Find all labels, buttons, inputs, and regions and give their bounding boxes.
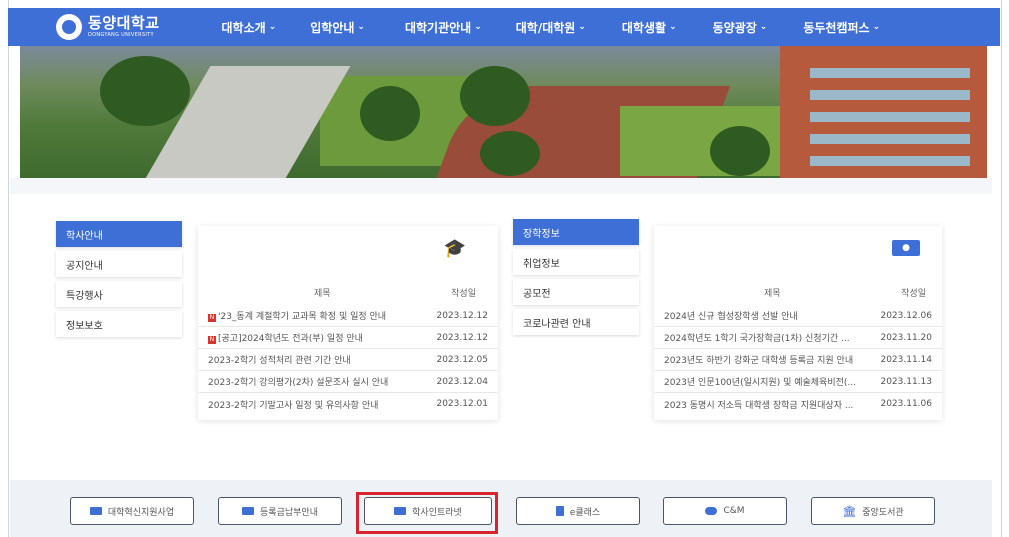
chevron-down-icon: ⌄ bbox=[669, 22, 677, 32]
board-header: 제목 작성일 bbox=[764, 289, 926, 299]
table-row[interactable]: 2023-2학기 성적처리 관련 기간 안내 2023.12.05 bbox=[198, 349, 498, 371]
chevron-down-icon: ⌄ bbox=[759, 22, 768, 32]
board-header: 제목 작성일 bbox=[314, 289, 476, 299]
quick-link-innovation[interactable]: 대학혁신지원사업 bbox=[70, 497, 194, 525]
nav-about[interactable]: 대학소개 ⌄ bbox=[222, 19, 277, 36]
table-row[interactable]: 2023 동명시 저소득 대학생 장학금 지원대상자 ... 2023.11.06 bbox=[654, 393, 942, 415]
academic-board: 🎓 제목 작성일 N '23_동계 계절학기 교과목 확정 및 일정 안내 2023… bbox=[198, 226, 498, 420]
quick-link-eclass[interactable]: e클래스 bbox=[516, 497, 640, 525]
scholarship-tabs: 장학정보 취업정보 공모전 코로나관련 안내 bbox=[513, 219, 639, 339]
logo-emblem-icon bbox=[56, 14, 82, 40]
table-row[interactable]: 2024년 신규 협성장학생 선발 안내 2023.12.06 bbox=[654, 305, 942, 327]
campus-hero-image bbox=[20, 46, 987, 178]
table-row[interactable]: 2023년도 하반기 강화군 대학생 등록금 지원 안내 2023.11.14 bbox=[654, 349, 942, 371]
nav-institutions[interactable]: 대학기관안내 ⌄ bbox=[405, 19, 482, 36]
quick-link-tuition[interactable]: 등록금납부안내 bbox=[218, 497, 342, 525]
handshake-icon bbox=[705, 507, 718, 515]
tab-covid[interactable]: 코로나관련 안내 bbox=[513, 309, 639, 335]
library-icon: 🏛 bbox=[842, 504, 857, 518]
logo-korean-name: 동양대학교 bbox=[88, 14, 160, 32]
top-nav-bar: 동양대학교 DONGYANG UNIVERSITY 대학소개 ⌄ 입학안내 ⌄ 대학… bbox=[8, 8, 1000, 46]
table-row[interactable]: 2023-2학기 강의평가(2차) 설문조사 실시 안내 2023.12.04 bbox=[198, 371, 498, 393]
table-row[interactable]: N [공고]2024학년도 전과(부) 일정 안내 2023.12.12 bbox=[198, 327, 498, 349]
nav-colleges[interactable]: 대학/대학원 ⌄ bbox=[516, 19, 586, 36]
tab-lectures-events[interactable]: 특강행사 bbox=[56, 281, 182, 307]
logo-english-name: DONGYANG UNIVERSITY bbox=[88, 32, 154, 38]
tab-scholarship[interactable]: 장학정보 bbox=[513, 219, 639, 245]
table-row[interactable]: 2024학년도 1학기 국가장학금(1차) 신청기간 ... 2023.11.20 bbox=[654, 327, 942, 349]
card-icon bbox=[242, 507, 255, 515]
academic-tabs: 학사안내 공지안내 특강행사 정보보호 bbox=[56, 221, 182, 341]
nav-dongducheon-campus[interactable]: 동두천캠퍼스 ⌄ bbox=[803, 19, 880, 36]
tab-security[interactable]: 정보보호 bbox=[56, 311, 182, 337]
quick-link-library[interactable]: 🏛 중앙도서관 bbox=[811, 497, 935, 525]
table-row[interactable]: 2023-2학기 기말고사 일정 및 유의사항 안내 2023.12.01 bbox=[198, 393, 498, 415]
nav-admission[interactable]: 입학안내 ⌄ bbox=[310, 19, 365, 36]
chevron-down-icon: ⌄ bbox=[357, 22, 365, 32]
nav-campus-life[interactable]: 대학생활 ⌄ bbox=[622, 19, 677, 36]
money-icon: ● bbox=[892, 240, 920, 256]
chevron-down-icon: ⌄ bbox=[578, 22, 586, 32]
chevron-down-icon: ⌄ bbox=[268, 22, 277, 32]
tab-notices[interactable]: 공지안내 bbox=[56, 251, 182, 277]
document-icon bbox=[555, 506, 564, 516]
university-logo[interactable]: 동양대학교 DONGYANG UNIVERSITY bbox=[56, 14, 160, 40]
scholarship-board: ● 제목 작성일 2024년 신규 협성장학생 선발 안내 2023.12.06 … bbox=[654, 226, 942, 420]
graduation-cap-icon: 🎓 bbox=[443, 238, 466, 259]
new-badge: N bbox=[208, 314, 216, 322]
tab-employment[interactable]: 취업정보 bbox=[513, 249, 639, 275]
highlight-box bbox=[356, 492, 498, 534]
new-badge: N bbox=[208, 336, 216, 344]
quick-link-cm[interactable]: C&M bbox=[663, 497, 787, 525]
hero-bottom-band bbox=[10, 178, 992, 194]
card-icon bbox=[89, 507, 102, 515]
table-row[interactable]: N '23_동계 계절학기 교과목 확정 및 일정 안내 2023.12.12 bbox=[198, 305, 498, 327]
table-row[interactable]: 2023년 인문100년(일시지원) 및 예술체육비전(... 2023.11.1… bbox=[654, 371, 942, 393]
nav-plaza[interactable]: 동양광장 ⌄ bbox=[713, 19, 768, 36]
tab-contest[interactable]: 공모전 bbox=[513, 279, 639, 305]
main-nav: 대학소개 ⌄ 입학안내 ⌄ 대학기관안내 ⌄ 대학/대학원 ⌄ 대학생활 ⌄ 동양광장 ⌄ … bbox=[200, 19, 881, 36]
chevron-down-icon: ⌄ bbox=[474, 22, 482, 32]
tab-academic-info[interactable]: 학사안내 bbox=[56, 221, 182, 247]
chevron-down-icon: ⌄ bbox=[872, 22, 881, 32]
